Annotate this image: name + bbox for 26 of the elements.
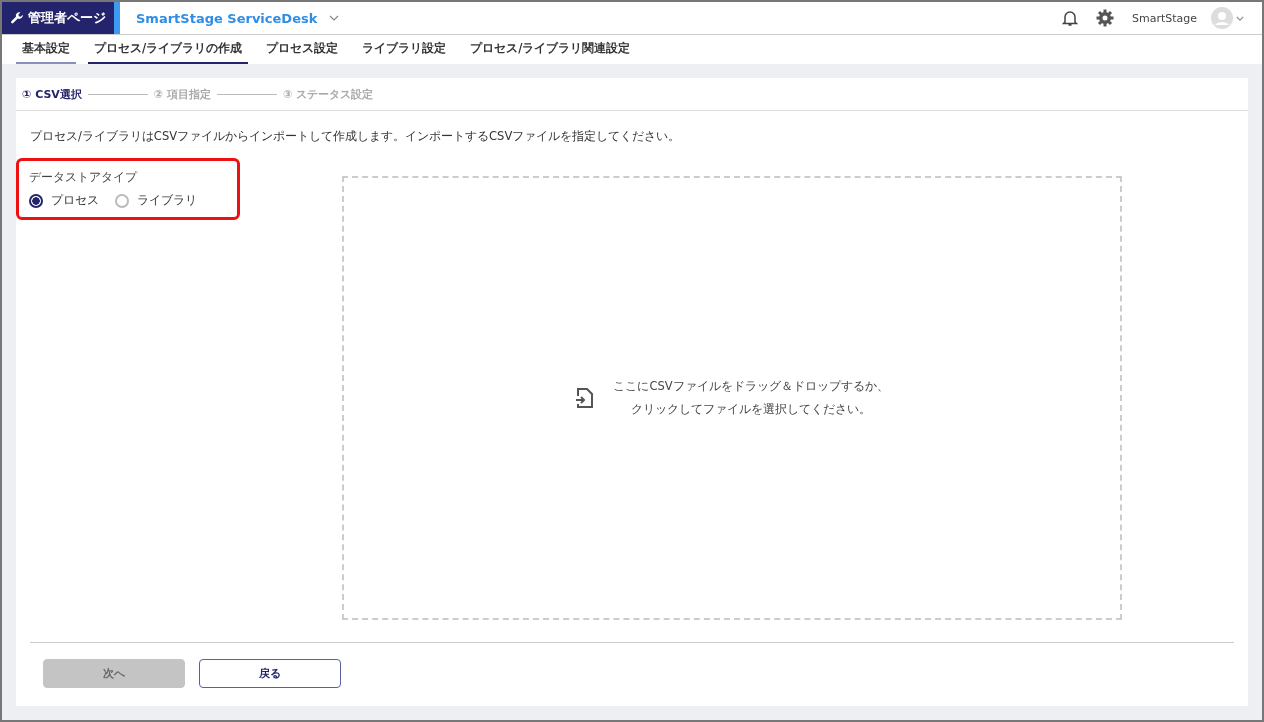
wrench-icon [10,11,24,25]
footer-button[interactable]: 戻る [199,659,341,688]
settings-icon[interactable] [1095,9,1114,27]
accent-bar [114,2,120,34]
radio-option[interactable]: ライブラリ [115,192,197,209]
nav-tab[interactable]: プロセス設定 [260,35,345,64]
wizard-step: ③ ステータス設定 [283,86,374,102]
bell-icon[interactable] [1061,9,1078,27]
drop-zone-text: クリックしてファイルを選択してください。 [631,402,871,417]
avatar-icon [1211,7,1233,29]
nav-tab[interactable]: ライブラリ設定 [356,35,453,64]
wizard-step: ② 項目指定 [153,86,211,102]
chevron-down-icon [329,15,340,21]
chevron-down-icon [1236,15,1244,21]
drop-zone-text: ここにCSVファイルをドラッグ＆ドロップするか、 [613,379,889,394]
radio-button[interactable] [115,193,129,208]
admin-page-label[interactable]: 管理者ページ [2,2,114,34]
file-drop-zone[interactable]: ここにCSVファイルをドラッグ＆ドロップするか、 クリックしてファイルを選択してください。 [342,176,1122,620]
radio-option[interactable]: プロセス [29,192,99,209]
file-import-icon [575,386,596,410]
field-label: データストアタイプ [29,169,139,186]
wizard-step: ① CSV選択 [22,86,82,102]
user-name[interactable]: SmartStage [1131,11,1197,25]
radio-button[interactable] [29,193,43,208]
nav-tab[interactable]: プロセス/ライブラリ関連設定 [464,35,637,64]
instruction-text: プロセス/ライブラリはCSVファイルからインポートして作成します。インポートするCSVファイルを指定してください。 [30,129,682,144]
